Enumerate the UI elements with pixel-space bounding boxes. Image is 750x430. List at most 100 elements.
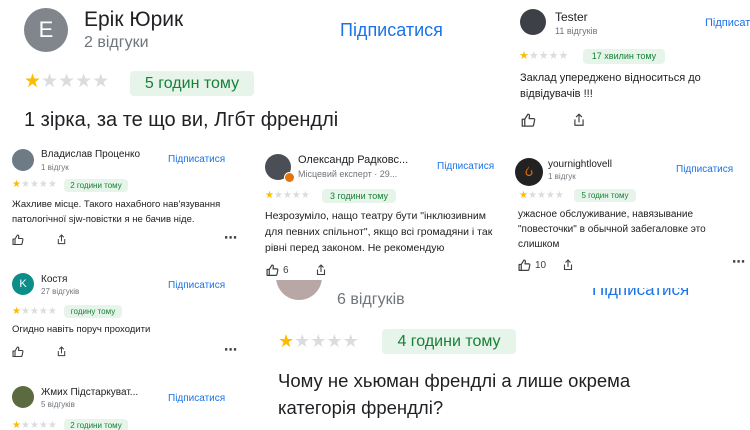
like-button[interactable]: 6	[266, 264, 289, 277]
reviewer-name[interactable]: Владислав Проценко	[41, 149, 140, 160]
star-empty-icon: ★	[38, 420, 48, 430]
follow-button[interactable]: Підписатися	[437, 161, 494, 172]
review-card-protsenko: Владислав Проценко 1 відгук Підписатися …	[0, 142, 247, 260]
share-icon	[57, 346, 66, 357]
review-text: Незрозуміло, нащо театру бути "інклюзивн…	[265, 210, 493, 254]
star-empty-icon: ★	[29, 420, 39, 430]
star-empty-icon: ★	[29, 306, 39, 317]
avatar[interactable]	[12, 149, 34, 171]
reviewer-name[interactable]: yournightlovell	[548, 159, 612, 170]
star-empty-icon: ★	[536, 190, 546, 201]
star-empty-icon: ★	[326, 331, 343, 351]
star-filled-icon: ★	[12, 306, 21, 317]
star-empty-icon: ★	[20, 179, 30, 190]
time-badge: 4 години тому	[382, 329, 516, 354]
follow-button[interactable]: Підписатися	[168, 393, 225, 404]
star-empty-icon: ★	[291, 190, 301, 201]
review-card-bottom: 6 відгуків Підписатися ★ ★ ★ ★ ★ 4 години то…	[262, 280, 750, 430]
share-button[interactable]	[572, 112, 586, 128]
star-filled-icon: ★	[12, 420, 21, 430]
review-text: Жахливе місце. Такого нахабного нав'язув…	[12, 199, 221, 225]
star-rating: ★ ★ ★ ★ ★	[12, 307, 57, 317]
star-empty-icon: ★	[548, 50, 559, 62]
star-empty-icon: ★	[342, 331, 359, 351]
time-badge: 17 хвилин тому	[583, 49, 665, 64]
follow-button[interactable]: Підписатися	[168, 280, 225, 291]
star-filled-icon: ★	[24, 71, 42, 92]
review-text: ужасное обслуживание, навязывание "повес…	[518, 209, 706, 250]
reviewer-name[interactable]: Ерік Юрик	[84, 8, 183, 32]
thumbs-up-icon	[521, 113, 536, 127]
star-rating: ★ ★ ★ ★ ★	[519, 191, 564, 201]
avatar[interactable]	[520, 9, 546, 35]
review-card-erik: E Ерік Юрик 2 відгуки Підписатися ★ ★ ★ ★ ★ …	[0, 0, 500, 142]
review-count: 1 відгук	[41, 163, 69, 172]
star-empty-icon: ★	[554, 190, 564, 201]
star-empty-icon: ★	[47, 420, 57, 430]
avatar[interactable]	[515, 158, 543, 186]
follow-button[interactable]: Підписатися	[592, 288, 689, 300]
star-filled-icon: ★	[519, 50, 529, 62]
star-empty-icon: ★	[41, 71, 59, 92]
share-button[interactable]	[562, 258, 574, 272]
follow-button[interactable]: Підписатися	[168, 154, 225, 165]
review-count: Місцевий експерт · 29...	[298, 169, 398, 179]
review-card-yournight: yournightlovell 1 відгук Підписатися ★ ★ ★…	[508, 150, 750, 280]
star-empty-icon: ★	[20, 306, 30, 317]
like-button[interactable]	[12, 346, 24, 358]
reviewer-name[interactable]: Костя	[41, 274, 67, 285]
reviewer-name[interactable]: Олександр Радковс...	[298, 154, 418, 166]
like-button[interactable]: 10	[518, 259, 546, 272]
follow-button[interactable]: Підписатися	[340, 20, 443, 41]
avatar[interactable]: E	[24, 8, 68, 52]
star-rating: ★ ★ ★ ★ ★	[24, 72, 109, 91]
share-button[interactable]	[56, 345, 67, 358]
avatar[interactable]	[12, 386, 34, 408]
star-empty-icon: ★	[273, 190, 283, 201]
review-count: 11 відгуків	[555, 26, 598, 36]
thumbs-up-icon	[12, 346, 24, 358]
more-options-icon[interactable]: ⋯	[732, 254, 746, 270]
share-icon	[57, 234, 66, 245]
share-icon	[574, 113, 584, 126]
like-button[interactable]	[521, 113, 536, 128]
star-empty-icon: ★	[310, 331, 327, 351]
star-empty-icon: ★	[527, 190, 537, 201]
star-filled-icon: ★	[519, 190, 528, 201]
star-empty-icon: ★	[294, 331, 311, 351]
time-badge: 3 години тому	[322, 189, 396, 203]
more-options-icon[interactable]: ⋯	[224, 342, 238, 358]
star-empty-icon: ★	[300, 190, 310, 201]
star-empty-icon: ★	[58, 71, 76, 92]
more-options-icon[interactable]: ⋯	[224, 230, 238, 246]
star-empty-icon: ★	[20, 420, 30, 430]
review-count: 27 відгуків	[41, 287, 80, 296]
review-text: 1 зірка, за те що ви, Лгбт френдлі	[24, 109, 339, 131]
avatar[interactable]	[276, 280, 322, 300]
review-card-radkov: Олександр Радковс... Місцевий експерт · …	[253, 145, 505, 280]
share-button[interactable]	[315, 263, 327, 277]
share-icon	[563, 259, 573, 271]
thumbs-up-icon	[266, 264, 279, 276]
star-empty-icon: ★	[528, 50, 539, 62]
star-empty-icon: ★	[75, 71, 93, 92]
star-empty-icon: ★	[282, 190, 292, 201]
reviewer-name[interactable]: Tester	[555, 10, 588, 24]
star-empty-icon: ★	[47, 306, 57, 317]
star-empty-icon: ★	[38, 179, 48, 190]
share-button[interactable]	[56, 233, 67, 246]
review-card-tester: Tester 11 відгуків Підписатися ★★★★★ 17 …	[505, 0, 750, 145]
time-badge: 2 години тому	[64, 419, 128, 430]
like-button[interactable]	[12, 234, 24, 246]
thumbs-up-icon	[12, 234, 24, 246]
reviewer-name[interactable]: Жмих Підстаркуват...	[41, 387, 151, 398]
follow-button[interactable]: Підписатися	[705, 17, 750, 29]
avatar[interactable]: K	[12, 273, 34, 295]
star-filled-icon: ★	[12, 179, 21, 190]
time-badge: годину тому	[64, 305, 122, 318]
like-count: 6	[283, 265, 289, 276]
star-empty-icon: ★	[29, 179, 39, 190]
star-empty-icon: ★	[92, 71, 110, 92]
star-empty-icon: ★	[558, 50, 569, 62]
follow-button[interactable]: Підписатися	[676, 164, 733, 175]
